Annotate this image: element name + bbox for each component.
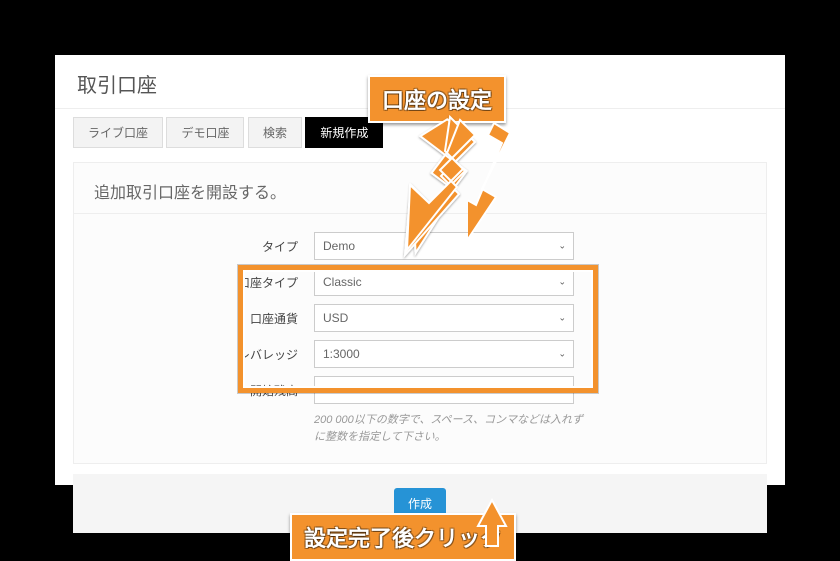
select-currency[interactable]: USD: [314, 304, 574, 332]
tab-live-account[interactable]: ライブ口座: [73, 117, 163, 148]
select-type[interactable]: Demo: [314, 232, 574, 260]
input-starting-balance[interactable]: [314, 376, 574, 404]
select-account-type[interactable]: Classic: [314, 268, 574, 296]
select-leverage[interactable]: 1:3000: [314, 340, 574, 368]
help-starting-balance: 200 000以下の数字で、スペース、コンマなどは入れずに整数を指定して下さい。: [314, 412, 589, 445]
tab-search[interactable]: 検索: [248, 117, 302, 148]
row-account-type: 口座タイプ Classic ⌄: [74, 268, 766, 296]
callout-click: 設定完了後クリック: [290, 513, 516, 561]
label-type: タイプ: [74, 238, 314, 255]
tab-demo-account[interactable]: デモ口座: [166, 117, 244, 148]
row-type: タイプ Demo ⌄: [74, 232, 766, 260]
panel-title: 追加取引口座を開設する。: [74, 163, 766, 214]
label-leverage: レバレッジ: [74, 346, 314, 363]
callout-settings: 口座の設定: [368, 75, 506, 123]
row-currency: 口座通貨 USD ⌄: [74, 304, 766, 332]
form-panel: 追加取引口座を開設する。 タイプ Demo ⌄ 口座タイプ Classic ⌄ …: [73, 162, 767, 464]
row-starting-balance: *開始残高: [74, 376, 766, 404]
required-mark: *: [243, 387, 247, 398]
label-account-type: 口座タイプ: [74, 274, 314, 291]
row-leverage: レバレッジ 1:3000 ⌄: [74, 340, 766, 368]
label-currency: 口座通貨: [74, 310, 314, 327]
label-starting-balance: *開始残高: [74, 382, 314, 399]
